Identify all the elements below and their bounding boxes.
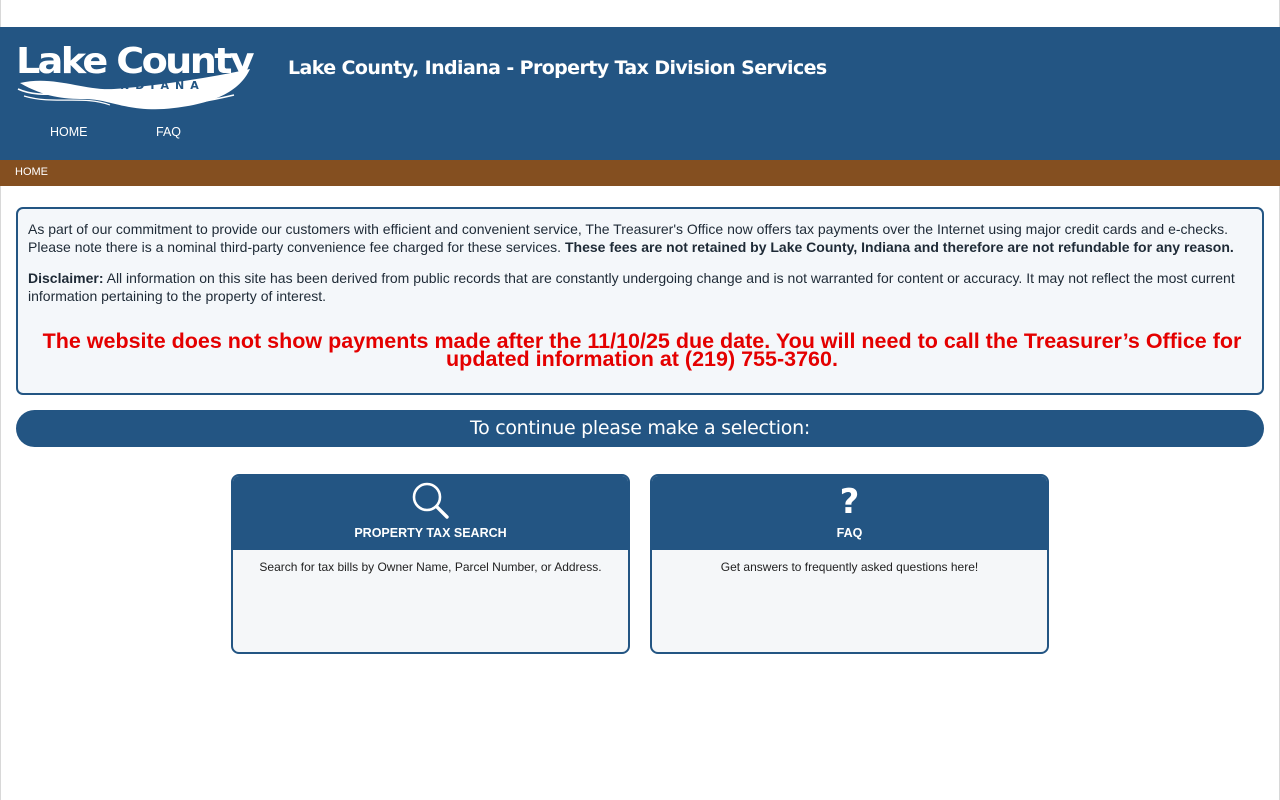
card-description: Get answers to frequently asked question… [720, 560, 979, 574]
site-title: Lake County, Indiana - Property Tax Divi… [288, 57, 827, 79]
fee-notice: As part of our commitment to provide our… [28, 220, 1252, 256]
faq-card[interactable]: ? FAQ Get answers to frequently asked qu… [650, 474, 1049, 654]
breadcrumb-home-link[interactable]: HOME [15, 166, 48, 178]
selection-prompt: To continue please make a selection: [16, 410, 1264, 447]
site-header: Lake County INDIANA Lake County, Indiana… [0, 27, 1280, 160]
nav-faq-link[interactable]: FAQ [156, 125, 181, 139]
disclaimer-text: All information on this site has been de… [28, 270, 1235, 304]
disclaimer: Disclaimer: All information on this site… [28, 269, 1252, 305]
disclaimer-label: Disclaimer: [28, 270, 104, 286]
fee-notice-bold: These fees are not retained by Lake Coun… [564, 239, 1234, 255]
question-mark-icon: ? [839, 482, 860, 522]
property-tax-search-card[interactable]: PROPERTY TAX SEARCH Search for tax bills… [231, 474, 630, 654]
search-icon [411, 482, 451, 527]
notice-panel: As part of our commitment to provide our… [16, 207, 1264, 395]
card-description: Search for tax bills by Owner Name, Parc… [259, 560, 602, 574]
card-title: PROPERTY TAX SEARCH [354, 526, 507, 540]
card-title: FAQ [836, 526, 863, 540]
card-header: ? FAQ [652, 476, 1047, 550]
logo-state: INDIANA [110, 79, 205, 92]
lake-county-logo[interactable]: Lake County INDIANA [14, 39, 256, 113]
payment-warning: The website does not show payments made … [42, 329, 1242, 371]
breadcrumb: HOME [0, 160, 1280, 186]
nav-home-link[interactable]: HOME [50, 125, 88, 139]
card-header: PROPERTY TAX SEARCH [233, 476, 628, 550]
